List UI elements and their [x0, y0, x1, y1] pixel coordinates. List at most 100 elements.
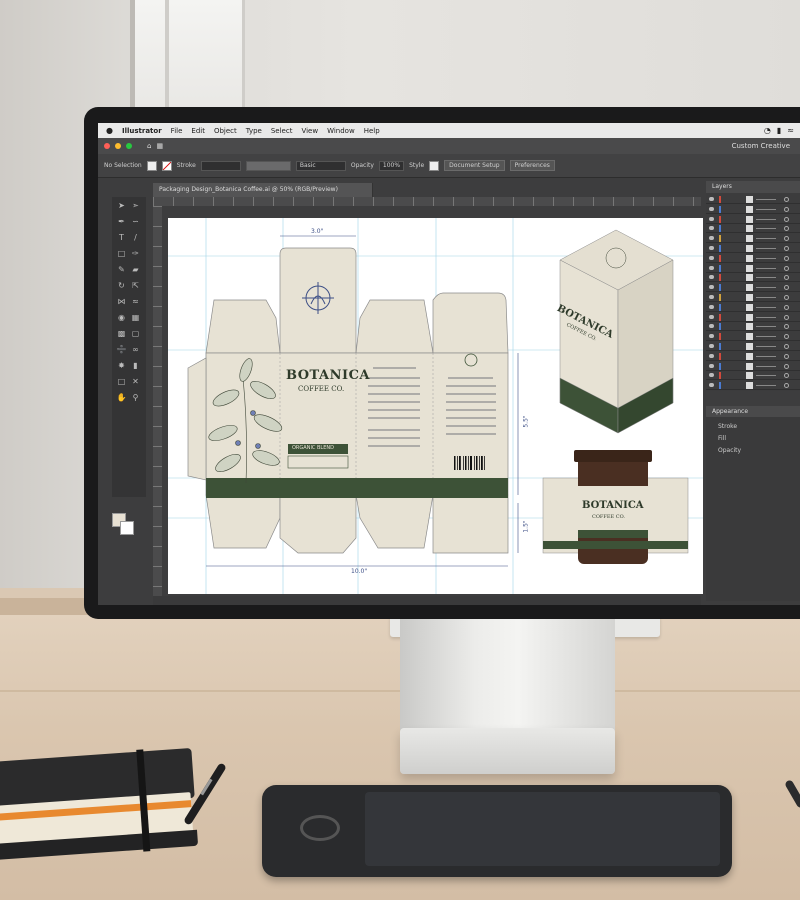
target-circle-icon[interactable] — [784, 353, 789, 359]
rotate-tool-icon[interactable]: ↻ — [116, 281, 127, 290]
visibility-eye-icon[interactable] — [709, 363, 714, 368]
mesh-tool-icon[interactable]: ▩ — [116, 329, 127, 338]
visibility-eye-icon[interactable] — [709, 255, 714, 260]
layer-row[interactable] — [706, 322, 800, 332]
document-tab[interactable]: Packaging Design_Botanica Coffee.ai @ 50… — [153, 183, 373, 197]
slice-tool-icon[interactable]: ✕ — [130, 377, 141, 386]
graph-tool-icon[interactable]: ▮ — [130, 361, 141, 370]
visibility-eye-icon[interactable] — [709, 246, 714, 250]
menu-edit[interactable]: Edit — [191, 127, 205, 135]
fill-swatch[interactable] — [146, 160, 157, 171]
target-circle-icon[interactable] — [784, 255, 789, 261]
layer-row[interactable] — [706, 205, 800, 214]
appearance-panel-title[interactable]: Appearance — [706, 406, 800, 417]
visibility-eye-icon[interactable] — [709, 216, 714, 221]
eyedropper-tool-icon[interactable]: ➗ — [116, 345, 127, 354]
brush-basic-field[interactable]: Basic — [295, 160, 346, 171]
document-setup-button[interactable]: Document Setup — [444, 160, 505, 171]
shape-builder-tool-icon[interactable]: ◉ — [116, 313, 127, 322]
line-tool-icon[interactable]: / — [130, 233, 141, 242]
layer-row[interactable] — [706, 313, 800, 322]
layer-row[interactable] — [706, 381, 800, 391]
clock-icon[interactable]: ◔ — [764, 126, 771, 135]
target-circle-icon[interactable] — [784, 216, 789, 222]
visibility-eye-icon[interactable] — [709, 314, 714, 319]
visibility-eye-icon[interactable] — [709, 295, 714, 299]
visibility-eye-icon[interactable] — [709, 206, 714, 211]
stroke-swatch[interactable] — [161, 160, 172, 171]
layer-row[interactable] — [706, 283, 800, 293]
target-circle-icon[interactable] — [784, 334, 789, 340]
layer-row[interactable] — [706, 195, 800, 204]
visibility-eye-icon[interactable] — [709, 275, 714, 280]
menu-object[interactable]: Object — [214, 127, 237, 135]
opacity-field[interactable]: 100% — [378, 160, 405, 171]
layer-row[interactable] — [706, 371, 800, 381]
curvature-tool-icon[interactable]: ∽ — [130, 217, 141, 226]
visibility-eye-icon[interactable] — [709, 373, 714, 378]
menu-type[interactable]: Type — [246, 127, 262, 135]
target-circle-icon[interactable] — [784, 197, 789, 202]
target-circle-icon[interactable] — [784, 275, 789, 281]
visibility-eye-icon[interactable] — [709, 334, 714, 339]
layer-row[interactable] — [706, 332, 800, 342]
target-circle-icon[interactable] — [784, 373, 789, 379]
layer-row[interactable] — [706, 362, 800, 371]
blend-tool-icon[interactable]: ∞ — [130, 345, 141, 354]
layer-row[interactable] — [706, 215, 800, 224]
layer-row[interactable] — [706, 273, 800, 283]
stroke-color-box[interactable] — [120, 521, 134, 535]
wifi-icon[interactable]: ≈ — [787, 126, 794, 135]
target-circle-icon[interactable] — [784, 236, 789, 242]
layers-panel-title[interactable]: Layers — [706, 181, 800, 193]
visibility-eye-icon[interactable] — [709, 353, 714, 358]
visibility-eye-icon[interactable] — [709, 285, 714, 290]
pen-tool-icon[interactable]: ✒ — [116, 217, 127, 226]
visibility-eye-icon[interactable] — [709, 304, 714, 309]
width-tool-icon[interactable]: ⋈ — [116, 297, 127, 306]
target-circle-icon[interactable] — [784, 324, 789, 330]
layout-icon[interactable]: ▦ — [156, 142, 163, 150]
target-circle-icon[interactable] — [784, 344, 789, 349]
zoom-window-button[interactable] — [126, 143, 132, 149]
preferences-button[interactable]: Preferences — [509, 160, 555, 171]
menu-app-name[interactable]: Illustrator — [122, 127, 162, 135]
gradient-tool-icon[interactable]: ▢ — [130, 329, 141, 338]
layer-row[interactable] — [706, 264, 800, 273]
layer-row[interactable] — [706, 224, 800, 234]
stroke-weight-field[interactable] — [200, 160, 241, 171]
layer-row[interactable] — [706, 234, 800, 244]
target-circle-icon[interactable] — [784, 226, 789, 232]
appearance-stroke-row[interactable]: Stroke — [718, 423, 737, 430]
visibility-eye-icon[interactable] — [709, 236, 714, 241]
target-circle-icon[interactable] — [784, 285, 789, 291]
close-window-button[interactable] — [104, 143, 110, 149]
menu-file[interactable]: File — [171, 127, 183, 135]
selection-tool-icon[interactable]: ➤ — [116, 201, 127, 210]
visibility-eye-icon[interactable] — [709, 226, 714, 231]
appearance-opacity-row[interactable]: Opacity — [718, 447, 741, 454]
visibility-eye-icon[interactable] — [709, 197, 714, 201]
layer-row[interactable] — [706, 303, 800, 312]
target-circle-icon[interactable] — [784, 265, 789, 271]
menu-view[interactable]: View — [301, 127, 318, 135]
scale-tool-icon[interactable]: ⇱ — [130, 281, 141, 290]
pencil-tool-icon[interactable]: ✎ — [116, 265, 127, 274]
vertical-ruler[interactable] — [153, 206, 162, 596]
paintbrush-tool-icon[interactable]: ✑ — [130, 249, 141, 258]
horizontal-ruler[interactable] — [153, 197, 701, 206]
apple-menu-icon[interactable]: ● — [106, 126, 113, 135]
artboard-tool-icon[interactable]: □ — [116, 377, 127, 386]
warp-tool-icon[interactable]: ≈ — [130, 297, 141, 306]
variable-width-field[interactable] — [245, 160, 291, 171]
zoom-tool-icon[interactable]: ⚲ — [130, 393, 141, 402]
layer-row[interactable] — [706, 293, 800, 302]
target-circle-icon[interactable] — [784, 363, 789, 369]
menu-window[interactable]: Window — [327, 127, 355, 135]
appearance-fill-row[interactable]: Fill — [718, 435, 726, 442]
hand-tool-icon[interactable]: ✋ — [116, 393, 127, 402]
battery-icon[interactable]: ▮ — [777, 126, 781, 135]
target-circle-icon[interactable] — [784, 314, 789, 320]
visibility-eye-icon[interactable] — [709, 344, 714, 348]
menu-help[interactable]: Help — [364, 127, 380, 135]
